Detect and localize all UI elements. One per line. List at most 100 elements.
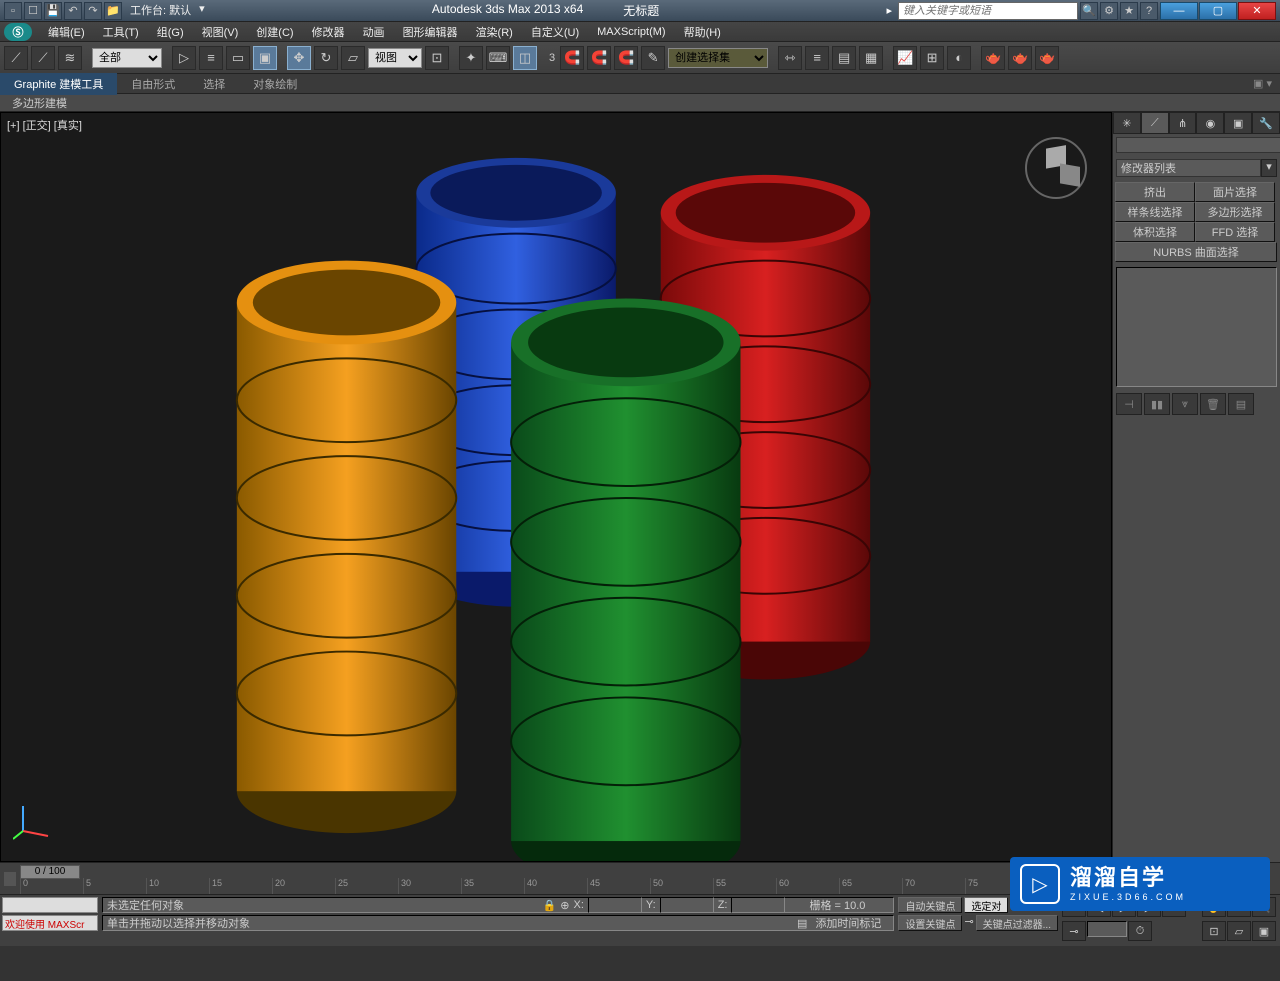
utilities-panel-tab[interactable]: 🔧 bbox=[1252, 112, 1280, 134]
scale-icon[interactable]: ▱ bbox=[341, 46, 365, 70]
menu-tools[interactable]: 工具(T) bbox=[95, 22, 147, 42]
object-name-input[interactable] bbox=[1116, 137, 1280, 153]
ribbon-tab-freeform[interactable]: 自由形式 bbox=[117, 73, 189, 95]
pin-stack-icon[interactable]: ⊣ bbox=[1116, 393, 1142, 415]
set-key-button[interactable]: 设置关键点 bbox=[898, 915, 962, 931]
mod-nurbs-select-button[interactable]: NURBS 曲面选择 bbox=[1115, 242, 1277, 262]
ribbon-tab-graphite[interactable]: Graphite 建模工具 bbox=[0, 73, 117, 95]
coord-y-input[interactable] bbox=[660, 897, 714, 913]
mirror-icon[interactable]: ⇿ bbox=[778, 46, 802, 70]
spinner-snap-icon[interactable]: 🧲 bbox=[614, 46, 638, 70]
coord-icon[interactable]: ⊕ bbox=[560, 899, 569, 912]
time-config-icon[interactable]: ⏱ bbox=[1128, 921, 1152, 941]
menu-create[interactable]: 创建(C) bbox=[248, 22, 301, 42]
menu-edit[interactable]: 编辑(E) bbox=[40, 22, 93, 42]
zoom-all-icon[interactable]: ⊡ bbox=[1202, 921, 1226, 941]
timeline-toggle-icon[interactable] bbox=[4, 872, 16, 886]
save-file-icon[interactable]: 💾 bbox=[44, 2, 62, 20]
new-file-icon[interactable]: ▫ bbox=[4, 2, 22, 20]
current-frame-input[interactable] bbox=[1087, 921, 1127, 937]
named-selection-dropdown[interactable]: 创建选择集 bbox=[668, 48, 768, 68]
snap-toggle-icon[interactable]: ◫ bbox=[513, 46, 537, 70]
menu-modifiers[interactable]: 修改器 bbox=[304, 22, 353, 42]
menu-views[interactable]: 视图(V) bbox=[194, 22, 247, 42]
material-editor-icon[interactable]: ◐ bbox=[947, 46, 971, 70]
layer-manager-icon[interactable]: ▤ bbox=[832, 46, 856, 70]
undo-icon[interactable]: ↶ bbox=[64, 2, 82, 20]
display-panel-tab[interactable]: ▣ bbox=[1224, 112, 1252, 134]
maxscript-output[interactable]: 欢迎使用 MAXScr bbox=[2, 915, 98, 931]
maxscript-mini-listener[interactable] bbox=[2, 897, 98, 913]
angle-snap-icon[interactable]: 🧲 bbox=[560, 46, 584, 70]
selection-filter-dropdown[interactable]: 全部 bbox=[92, 48, 162, 68]
binoculars-icon[interactable]: 🔍 bbox=[1080, 2, 1098, 20]
render-icon[interactable]: 🫖 bbox=[1035, 46, 1059, 70]
show-end-result-icon[interactable]: ▮▮ bbox=[1144, 393, 1170, 415]
maximize-viewport-icon[interactable]: ▣ bbox=[1252, 921, 1276, 941]
key-filters-button[interactable]: 关键点过滤器... bbox=[976, 915, 1058, 931]
coord-x-input[interactable] bbox=[588, 897, 642, 913]
menu-animation[interactable]: 动画 bbox=[355, 22, 393, 42]
select-name-icon[interactable]: ≡ bbox=[199, 46, 223, 70]
menu-help[interactable]: 帮助(H) bbox=[676, 22, 729, 42]
create-panel-tab[interactable]: ✳ bbox=[1113, 112, 1141, 134]
info-center-icon[interactable]: ▸ bbox=[882, 4, 896, 17]
ribbon-collapse-icon[interactable]: ▣ ▾ bbox=[1245, 77, 1280, 90]
mod-patch-select-button[interactable]: 面片选择 bbox=[1195, 182, 1275, 202]
unlink-icon[interactable]: ⟋ bbox=[31, 46, 55, 70]
favorites-icon[interactable]: ★ bbox=[1120, 2, 1138, 20]
hierarchy-panel-tab[interactable]: ⋔ bbox=[1169, 112, 1197, 134]
ribbon-panel-label[interactable]: 多边形建模 bbox=[4, 94, 75, 112]
open-file-icon[interactable]: ☐ bbox=[24, 2, 42, 20]
bind-spacewarp-icon[interactable]: ≋ bbox=[58, 46, 82, 70]
key-mode-toggle-icon[interactable]: ⊸ bbox=[1062, 921, 1086, 941]
motion-panel-tab[interactable]: ◉ bbox=[1196, 112, 1224, 134]
viewcube[interactable] bbox=[1021, 133, 1091, 203]
add-time-tag[interactable]: 添加时间标记 bbox=[807, 915, 889, 931]
time-tag-icon[interactable]: ▤ bbox=[797, 917, 807, 930]
curve-editor-icon[interactable]: 📈 bbox=[893, 46, 917, 70]
project-icon[interactable]: 📁 bbox=[104, 2, 122, 20]
fov-icon[interactable]: ▱ bbox=[1227, 921, 1251, 941]
schematic-view-icon[interactable]: ⊞ bbox=[920, 46, 944, 70]
percent-snap-icon[interactable]: 🧲 bbox=[587, 46, 611, 70]
mod-vol-select-button[interactable]: 体积选择 bbox=[1115, 222, 1195, 242]
viewport[interactable]: [+] [正交] [真实] bbox=[0, 112, 1112, 862]
minimize-button[interactable]: — bbox=[1160, 2, 1198, 20]
auto-key-button[interactable]: 自动关键点 bbox=[898, 897, 962, 913]
search-input[interactable] bbox=[898, 2, 1078, 20]
app-menu-icon[interactable]: Ⓢ bbox=[4, 23, 32, 41]
workspace-label[interactable]: 工作台: 默认 bbox=[124, 2, 197, 20]
ribbon-tab-paint[interactable]: 对象绘制 bbox=[239, 73, 311, 95]
configure-sets-icon[interactable]: ▤ bbox=[1228, 393, 1254, 415]
help-icon[interactable]: ? bbox=[1140, 2, 1158, 20]
remove-modifier-icon[interactable]: 🗑 bbox=[1200, 393, 1226, 415]
viewport-label[interactable]: [+] [正交] [真实] bbox=[7, 117, 82, 133]
close-button[interactable]: ✕ bbox=[1238, 2, 1276, 20]
menu-maxscript[interactable]: MAXScript(M) bbox=[589, 24, 673, 40]
move-icon[interactable]: ✥ bbox=[287, 46, 311, 70]
mod-poly-select-button[interactable]: 多边形选择 bbox=[1195, 202, 1275, 222]
rotate-icon[interactable]: ↻ bbox=[314, 46, 338, 70]
modifier-stack[interactable] bbox=[1116, 267, 1277, 387]
selected-label[interactable]: 选定对 bbox=[964, 897, 1008, 913]
mod-spline-select-button[interactable]: 样条线选择 bbox=[1115, 202, 1195, 222]
ribbon-tab-selection[interactable]: 选择 bbox=[189, 73, 239, 95]
communication-icon[interactable]: ⚙ bbox=[1100, 2, 1118, 20]
ribbon-toggle-icon[interactable]: ▦ bbox=[859, 46, 883, 70]
coord-z-input[interactable] bbox=[731, 897, 785, 913]
lock-selection-icon[interactable]: 🔒 bbox=[543, 899, 557, 912]
key-mode-icon[interactable]: ⊸ bbox=[964, 915, 973, 931]
menu-group[interactable]: 组(G) bbox=[149, 22, 192, 42]
menu-rendering[interactable]: 渲染(R) bbox=[468, 22, 521, 42]
mod-ffd-select-button[interactable]: FFD 选择 bbox=[1195, 222, 1275, 242]
modifier-list-dropdown[interactable]: 修改器列表 bbox=[1116, 159, 1261, 177]
keyboard-shortcut-icon[interactable]: ⌨ bbox=[486, 46, 510, 70]
pivot-icon[interactable]: ⊡ bbox=[425, 46, 449, 70]
time-slider[interactable]: 0 / 100 bbox=[20, 865, 80, 879]
window-crossing-icon[interactable]: ▣ bbox=[253, 46, 277, 70]
make-unique-icon[interactable]: ⩔ bbox=[1172, 393, 1198, 415]
render-setup-icon[interactable]: 🫖 bbox=[981, 46, 1005, 70]
select-rect-icon[interactable]: ▭ bbox=[226, 46, 250, 70]
menu-graph-editors[interactable]: 图形编辑器 bbox=[395, 22, 466, 42]
